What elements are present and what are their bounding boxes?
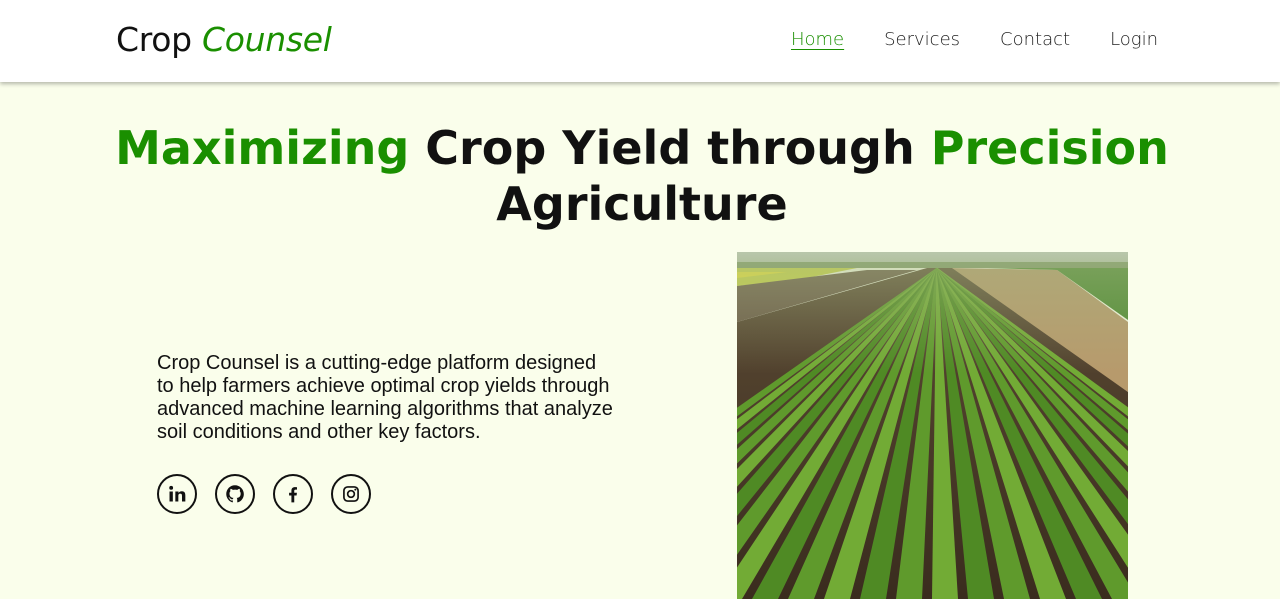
nav-link-login[interactable]: Login (1110, 29, 1158, 50)
crop-field-illustration (737, 252, 1128, 599)
instagram-button[interactable] (331, 474, 371, 514)
nav-menu: Home Services Contact Login (791, 29, 1158, 50)
hero-title-middle: Crop Yield through (409, 121, 931, 175)
hero-title-end: Agriculture (496, 177, 788, 231)
brand-logo[interactable]: Crop Counsel (116, 20, 332, 59)
hero-title-highlight-2: Precision (930, 121, 1169, 175)
social-links (157, 474, 371, 514)
brand-text-accent: Counsel (202, 20, 332, 59)
nav-link-home[interactable]: Home (791, 29, 844, 50)
github-icon (226, 485, 244, 503)
facebook-button[interactable] (273, 474, 313, 514)
hero-title: Maximizing Crop Yield through Precision … (100, 120, 1184, 232)
linkedin-icon (169, 485, 186, 502)
hero-title-highlight-1: Maximizing (115, 121, 410, 175)
github-button[interactable] (215, 474, 255, 514)
nav-link-services[interactable]: Services (884, 29, 960, 50)
navbar: Crop Counsel Home Services Contact Login (0, 0, 1280, 82)
brand-text-primary: Crop (116, 20, 192, 59)
facebook-icon (289, 487, 297, 503)
linkedin-button[interactable] (157, 474, 197, 514)
hero-description: Crop Counsel is a cutting-edge platform … (157, 352, 613, 443)
crop-field-image (737, 252, 1128, 599)
instagram-icon (343, 486, 359, 502)
nav-link-contact[interactable]: Contact (1000, 29, 1070, 50)
